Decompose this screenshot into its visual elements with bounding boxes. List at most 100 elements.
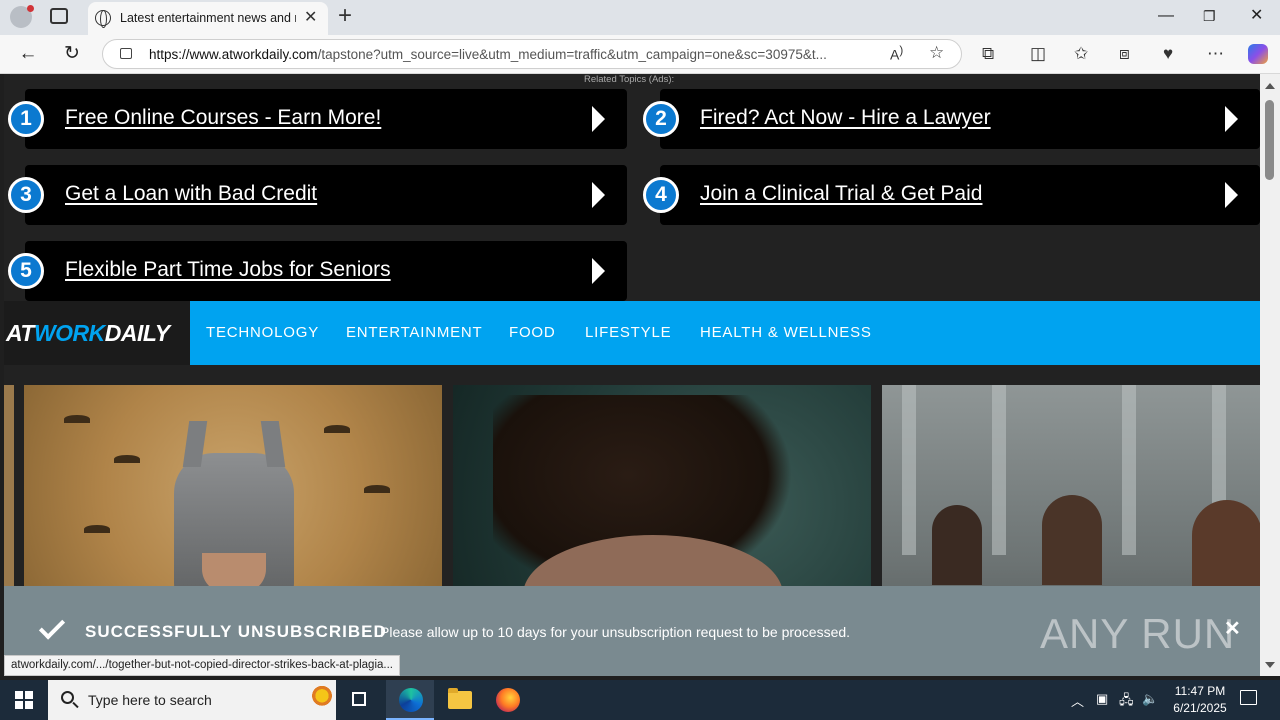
clock-date: 6/21/2025: [1173, 701, 1227, 715]
start-square: [25, 691, 33, 699]
scroll-up-icon[interactable]: [1265, 83, 1275, 89]
page-scrollbar[interactable]: [1260, 74, 1280, 676]
refresh-icon[interactable]: ↻: [58, 41, 86, 67]
pillar-shape: [992, 385, 1006, 555]
ad-item-1[interactable]: 1 Free Online Courses - Earn More!: [8, 89, 627, 149]
search-icon: [61, 691, 74, 704]
pillar-shape: [902, 385, 916, 555]
start-square: [15, 691, 23, 699]
clock-time: 11:47 PM: [1174, 684, 1226, 698]
start-square: [25, 701, 33, 709]
scroll-thumb[interactable]: [1265, 100, 1274, 180]
ad-number-badge: 2: [643, 101, 679, 137]
favorite-star-icon[interactable]: ☆: [929, 43, 944, 63]
url-text[interactable]: https://www.atworkdaily.com/tapstone?utm…: [149, 47, 871, 62]
person-shape: [1192, 500, 1260, 590]
close-tab-icon[interactable]: ✕: [304, 8, 317, 28]
anyrun-watermark: ANY RUN: [1040, 610, 1236, 657]
file-explorer-icon[interactable]: [436, 680, 484, 720]
windows-taskbar: Type here to search ︿ ▣ 🖧 🔈 11:47 PM 6/2…: [0, 680, 1280, 720]
nav-lifestyle[interactable]: LIFESTYLE: [585, 324, 671, 341]
browser-essentials-icon[interactable]: ♥: [1163, 43, 1173, 65]
pillar-shape: [1122, 385, 1136, 555]
site-logo[interactable]: ATWORKDAILY: [4, 301, 190, 365]
extensions-icon[interactable]: ⧉: [982, 43, 994, 65]
ad-item-2[interactable]: 2 Fired? Act Now - Hire a Lawyer: [643, 89, 1260, 149]
notification-center-icon[interactable]: [1240, 690, 1257, 705]
ad-item-5[interactable]: 5 Flexible Part Time Jobs for Seniors: [8, 241, 627, 301]
scroll-down-icon[interactable]: [1265, 662, 1275, 668]
logo-text: ATWORKDAILY: [6, 320, 170, 347]
show-hidden-icons-chevron-icon[interactable]: ︿: [1071, 691, 1084, 710]
start-square: [15, 701, 23, 709]
copilot-icon[interactable]: [1248, 44, 1268, 64]
flower-decoration-icon: [310, 686, 334, 714]
profile-avatar-icon[interactable]: [10, 5, 34, 28]
play-arrow-icon: [1225, 106, 1238, 132]
ad-item-4[interactable]: 4 Join a Clinical Trial & Get Paid: [643, 165, 1260, 225]
notice-message: Please allow up to 10 days for your unsu…: [380, 624, 851, 640]
ad-label[interactable]: Get a Loan with Bad Credit: [65, 182, 317, 206]
nav-food[interactable]: FOOD: [509, 324, 556, 341]
checkmark-icon: [38, 613, 66, 640]
ad-label[interactable]: Free Online Courses - Earn More!: [65, 106, 381, 130]
ad-number-badge: 5: [8, 253, 44, 289]
nav-entertainment[interactable]: ENTERTAINMENT: [346, 324, 483, 341]
url-host: https://www.atworkdaily.com: [149, 47, 318, 62]
ad-item-3[interactable]: 3 Get a Loan with Bad Credit: [8, 165, 627, 225]
close-notice-icon[interactable]: ✕: [1224, 616, 1241, 641]
status-bar-link: atworkdaily.com/.../together-but-not-cop…: [4, 655, 400, 676]
ad-number-badge: 1: [8, 101, 44, 137]
ad-number-badge: 4: [643, 177, 679, 213]
taskbar-search-box[interactable]: Type here to search: [48, 680, 336, 720]
ad-number-badge: 3: [8, 177, 44, 213]
edge-glyph: [399, 688, 423, 712]
search-placeholder: Type here to search: [88, 692, 212, 708]
ad-label[interactable]: Fired? Act Now - Hire a Lawyer: [700, 106, 991, 130]
browser-tab-bar: Latest entertainment news and re ✕ + — ❐…: [0, 0, 1280, 35]
settings-more-icon[interactable]: ⋯: [1207, 43, 1224, 65]
bat-shape: [114, 455, 140, 463]
read-aloud-icon[interactable]: A): [890, 44, 903, 63]
back-icon[interactable]: ←: [14, 41, 42, 67]
firefox-icon[interactable]: [484, 680, 532, 720]
task-view-icon[interactable]: [336, 680, 384, 720]
bat-shape: [84, 525, 110, 533]
split-screen-icon[interactable]: ◫: [1030, 43, 1046, 65]
edge-browser-icon[interactable]: [386, 680, 434, 720]
lock-icon[interactable]: [120, 48, 132, 59]
address-bar[interactable]: https://www.atworkdaily.com/tapstone?utm…: [102, 39, 962, 69]
bat-shape: [64, 415, 90, 423]
browser-tab-active[interactable]: Latest entertainment news and re ✕: [88, 2, 328, 35]
taskbar-clock[interactable]: 11:47 PM 6/21/2025: [1168, 683, 1232, 717]
minimize-icon[interactable]: —: [1158, 4, 1174, 28]
restore-icon[interactable]: ❐: [1203, 4, 1216, 28]
bat-shape: [324, 425, 350, 433]
notice-title: SUCCESSFULLY UNSUBSCRIBED: [85, 622, 387, 641]
related-topics-heading: Related Topics (Ads):: [584, 74, 675, 85]
firefox-glyph: [496, 688, 520, 712]
folder-glyph: [448, 688, 472, 709]
ad-label[interactable]: Flexible Part Time Jobs for Seniors: [65, 258, 391, 282]
url-path: /tapstone?utm_source=live&utm_medium=tra…: [317, 47, 827, 62]
site-navigation: ATWORKDAILY TECHNOLOGY ENTERTAINMENT FOO…: [4, 301, 1260, 365]
new-tab-button[interactable]: +: [338, 3, 352, 29]
bat-shape: [364, 485, 390, 493]
play-arrow-icon: [592, 182, 605, 208]
ad-label[interactable]: Join a Clinical Trial & Get Paid: [700, 182, 982, 206]
favorites-icon[interactable]: ✩: [1074, 43, 1088, 65]
task-view-glyph: [352, 692, 366, 706]
collections-icon[interactable]: ⧈: [1119, 43, 1130, 65]
volume-icon[interactable]: 🔈: [1142, 691, 1158, 707]
logo-work: WORK: [33, 320, 105, 346]
browser-toolbar: ← ↻ https://www.atworkdaily.com/tapstone…: [0, 35, 1280, 74]
nav-health-wellness[interactable]: HEALTH & WELLNESS: [700, 324, 872, 341]
windows-start-icon[interactable]: [15, 691, 33, 709]
close-window-icon[interactable]: ✕: [1250, 4, 1263, 28]
play-arrow-icon: [1225, 182, 1238, 208]
device-icon[interactable]: ▣: [1096, 691, 1108, 707]
network-icon[interactable]: 🖧: [1119, 691, 1134, 713]
nav-technology[interactable]: TECHNOLOGY: [206, 324, 319, 341]
tab-actions-icon[interactable]: [50, 8, 68, 24]
globe-icon: [95, 10, 111, 28]
